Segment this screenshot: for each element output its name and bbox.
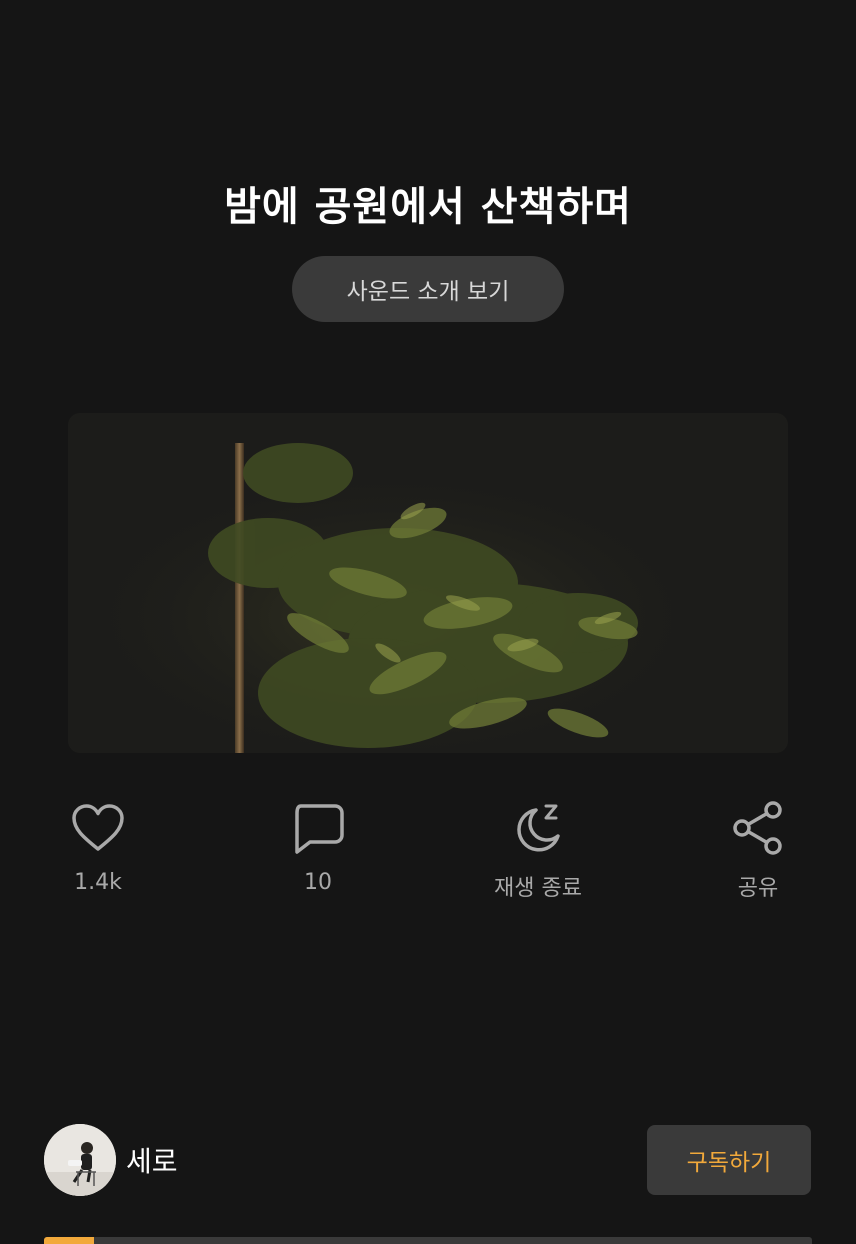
playback-progress-bar[interactable] — [44, 1237, 812, 1244]
sleep-timer-label: 재생 종료 — [494, 876, 582, 901]
sound-intro-button[interactable]: 사운드 소개 보기 — [292, 256, 564, 322]
comment-icon — [288, 798, 348, 858]
heart-icon — [68, 798, 128, 858]
playback-progress-fill — [44, 1237, 94, 1244]
page-title: 밤에 공원에서 산책하며 — [224, 184, 632, 230]
sleep-timer-icon — [508, 798, 568, 858]
subscribe-button[interactable]: 구독하기 — [647, 1125, 811, 1195]
author-info[interactable]: 세로 — [44, 1124, 178, 1196]
sleep-timer-button[interactable]: 재생 종료 — [458, 798, 618, 902]
like-count: 1.4k — [74, 870, 122, 895]
share-label: 공유 — [737, 876, 779, 901]
share-button[interactable]: 공유 — [678, 798, 838, 902]
avatar[interactable] — [44, 1124, 116, 1196]
comment-button[interactable]: 10 — [238, 798, 398, 895]
cover-image — [68, 413, 788, 753]
share-icon — [728, 798, 788, 858]
like-button[interactable]: 1.4k — [18, 798, 178, 895]
author-name[interactable]: 세로 — [126, 1140, 178, 1180]
comment-count: 10 — [304, 870, 332, 895]
action-bar: 1.4k 10 재생 종료 공유 — [0, 798, 856, 908]
